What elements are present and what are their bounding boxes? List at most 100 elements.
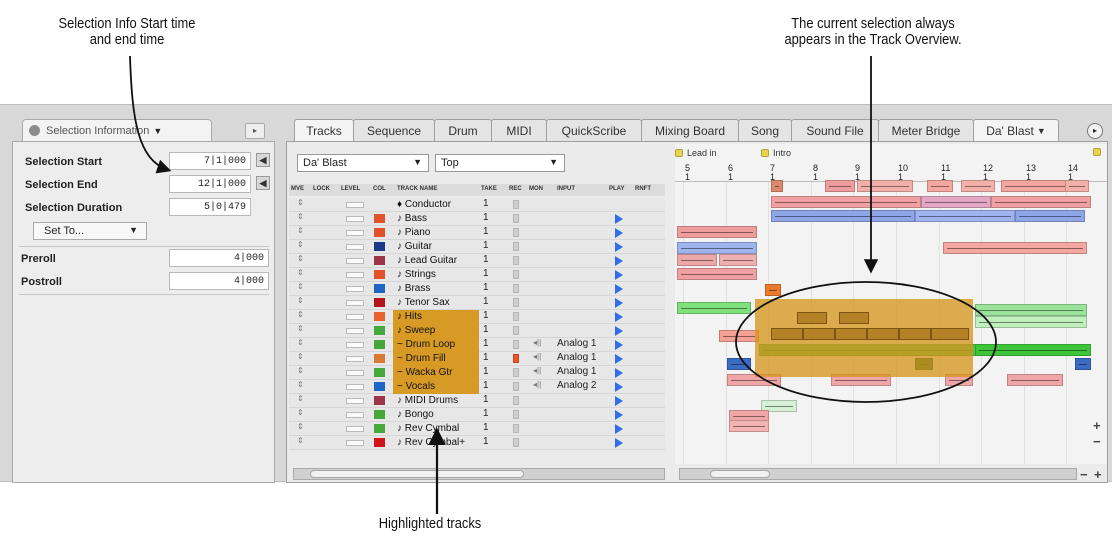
move-handle-icon[interactable]: ⇕ bbox=[297, 226, 304, 235]
track-clip[interactable] bbox=[719, 254, 757, 266]
move-handle-icon[interactable]: ⇕ bbox=[297, 268, 304, 277]
move-handle-icon[interactable]: ⇕ bbox=[297, 324, 304, 333]
track-name[interactable]: ♪ Hits bbox=[393, 310, 479, 324]
track-clip[interactable] bbox=[771, 196, 921, 208]
track-name[interactable]: ♪ Strings bbox=[393, 268, 479, 282]
track-input[interactable]: Analog 2 bbox=[557, 380, 596, 391]
track-row[interactable]: ⇕ ♪ Sweep 1 bbox=[289, 324, 665, 338]
play-enable-icon[interactable] bbox=[615, 424, 623, 434]
selected-clip[interactable] bbox=[867, 328, 899, 340]
move-handle-icon[interactable]: ⇕ bbox=[297, 310, 304, 319]
take-number[interactable]: 1 bbox=[483, 254, 489, 265]
track-clip[interactable] bbox=[975, 316, 1087, 328]
record-enable-button[interactable] bbox=[513, 284, 519, 293]
track-name[interactable]: ♪ Bongo bbox=[393, 408, 479, 422]
track-row[interactable]: ⇕ ♪ Lead Guitar 1 bbox=[289, 254, 665, 268]
track-row[interactable]: ⇕ ♪ Tenor Sax 1 bbox=[289, 296, 665, 310]
sequence-dropdown[interactable]: Da' Blast ▼ bbox=[297, 154, 429, 172]
selected-clip[interactable] bbox=[835, 328, 867, 340]
track-clip[interactable] bbox=[857, 180, 913, 192]
take-number[interactable]: 1 bbox=[483, 198, 489, 209]
track-color-swatch[interactable] bbox=[374, 270, 385, 279]
track-row[interactable]: ⇕ ~ Wacka Gtr 1 ◂|| Analog 1 bbox=[289, 366, 665, 380]
track-clip[interactable] bbox=[991, 196, 1091, 208]
col-color[interactable]: COL bbox=[373, 186, 386, 192]
vertical-zoom-out-icon[interactable]: − bbox=[1093, 434, 1101, 449]
col-rnft[interactable]: RNFT bbox=[635, 186, 651, 192]
record-enable-button[interactable] bbox=[513, 214, 519, 223]
track-color-swatch[interactable] bbox=[374, 214, 385, 223]
tab-mixing-board[interactable]: Mixing Board bbox=[641, 119, 739, 141]
track-clip[interactable] bbox=[1007, 374, 1063, 386]
marker-lead-in[interactable]: Lead in bbox=[675, 148, 717, 158]
track-row[interactable]: ⇕ ♦ Conductor 1 bbox=[289, 198, 665, 212]
take-number[interactable]: 1 bbox=[483, 296, 489, 307]
track-clip[interactable] bbox=[927, 180, 953, 192]
window-menu-icon[interactable]: ▸ bbox=[1087, 123, 1103, 139]
move-handle-icon[interactable]: ⇕ bbox=[297, 338, 304, 347]
record-enable-button[interactable] bbox=[513, 368, 519, 377]
track-name[interactable]: ♪ Brass bbox=[393, 282, 479, 296]
record-enable-button[interactable] bbox=[513, 270, 519, 279]
selection-duration-field[interactable]: 5|0|479 bbox=[169, 198, 251, 216]
record-enable-button[interactable] bbox=[513, 312, 519, 321]
track-name[interactable]: ♪ Bass bbox=[393, 212, 479, 226]
input-monitor-icon[interactable]: ◂|| bbox=[533, 338, 541, 347]
record-enable-button[interactable] bbox=[513, 298, 519, 307]
track-clip[interactable] bbox=[975, 304, 1087, 316]
track-color-swatch[interactable] bbox=[374, 410, 385, 419]
move-handle-icon[interactable]: ⇕ bbox=[297, 366, 304, 375]
track-row[interactable]: ⇕ ♪ Piano 1 bbox=[289, 226, 665, 240]
record-enable-button[interactable] bbox=[513, 382, 519, 391]
track-clip[interactable] bbox=[1001, 180, 1069, 192]
take-number[interactable]: 1 bbox=[483, 282, 489, 293]
track-name[interactable]: ~ Drum Loop bbox=[393, 338, 479, 352]
take-number[interactable]: 1 bbox=[483, 352, 489, 363]
track-name[interactable]: ♪ Lead Guitar bbox=[393, 254, 479, 268]
input-monitor-icon[interactable]: ◂|| bbox=[533, 352, 541, 361]
track-name[interactable]: ~ Vocals bbox=[393, 380, 479, 394]
track-clip[interactable] bbox=[677, 302, 751, 314]
selected-clip[interactable] bbox=[797, 312, 827, 324]
track-color-swatch[interactable] bbox=[374, 354, 385, 363]
track-color-swatch[interactable] bbox=[374, 368, 385, 377]
track-clip[interactable] bbox=[771, 210, 915, 222]
overview-scrollbar[interactable] bbox=[679, 468, 1077, 480]
marker-end[interactable] bbox=[1093, 148, 1105, 156]
track-color-swatch[interactable] bbox=[374, 256, 385, 265]
play-enable-icon[interactable] bbox=[615, 214, 623, 224]
play-enable-icon[interactable] bbox=[615, 270, 623, 280]
record-enable-button[interactable] bbox=[513, 326, 519, 335]
track-color-swatch[interactable] bbox=[374, 396, 385, 405]
play-enable-icon[interactable] bbox=[615, 354, 623, 364]
track-row[interactable]: ⇕ ♪ Hits 1 bbox=[289, 310, 665, 324]
play-enable-icon[interactable] bbox=[615, 312, 623, 322]
track-list-scrollbar[interactable] bbox=[293, 468, 665, 480]
play-enable-icon[interactable] bbox=[615, 382, 623, 392]
track-name[interactable]: ♪ Guitar bbox=[393, 240, 479, 254]
move-handle-icon[interactable]: ⇕ bbox=[297, 212, 304, 221]
col-mon[interactable]: MON bbox=[529, 186, 543, 192]
take-number[interactable]: 1 bbox=[483, 408, 489, 419]
track-input[interactable]: Analog 1 bbox=[557, 352, 596, 363]
view-dropdown[interactable]: Top ▼ bbox=[435, 154, 565, 172]
track-clip[interactable] bbox=[719, 330, 759, 342]
track-input[interactable]: Analog 1 bbox=[557, 338, 596, 349]
window-close-icon[interactable] bbox=[29, 125, 40, 136]
selection-start-field[interactable]: 7|1|000 bbox=[169, 152, 251, 170]
track-row[interactable]: ⇕ ~ Drum Fill 1 ◂|| Analog 1 bbox=[289, 352, 665, 366]
track-clip[interactable] bbox=[975, 344, 1091, 356]
tab-meter-bridge[interactable]: Meter Bridge bbox=[878, 119, 974, 141]
take-number[interactable]: 1 bbox=[483, 422, 489, 433]
take-number[interactable]: 1 bbox=[483, 212, 489, 223]
set-start-arrow-icon[interactable]: ◀ bbox=[256, 153, 270, 167]
track-name[interactable]: ♪ MIDI Drums bbox=[393, 394, 479, 408]
record-enable-button[interactable] bbox=[513, 200, 519, 209]
move-handle-icon[interactable]: ⇕ bbox=[297, 240, 304, 249]
take-number[interactable]: 1 bbox=[483, 240, 489, 251]
track-clip[interactable] bbox=[677, 242, 757, 254]
take-number[interactable]: 1 bbox=[483, 226, 489, 237]
scrollbar-thumb[interactable] bbox=[310, 470, 524, 478]
track-clip[interactable] bbox=[825, 180, 855, 192]
track-color-swatch[interactable] bbox=[374, 326, 385, 335]
